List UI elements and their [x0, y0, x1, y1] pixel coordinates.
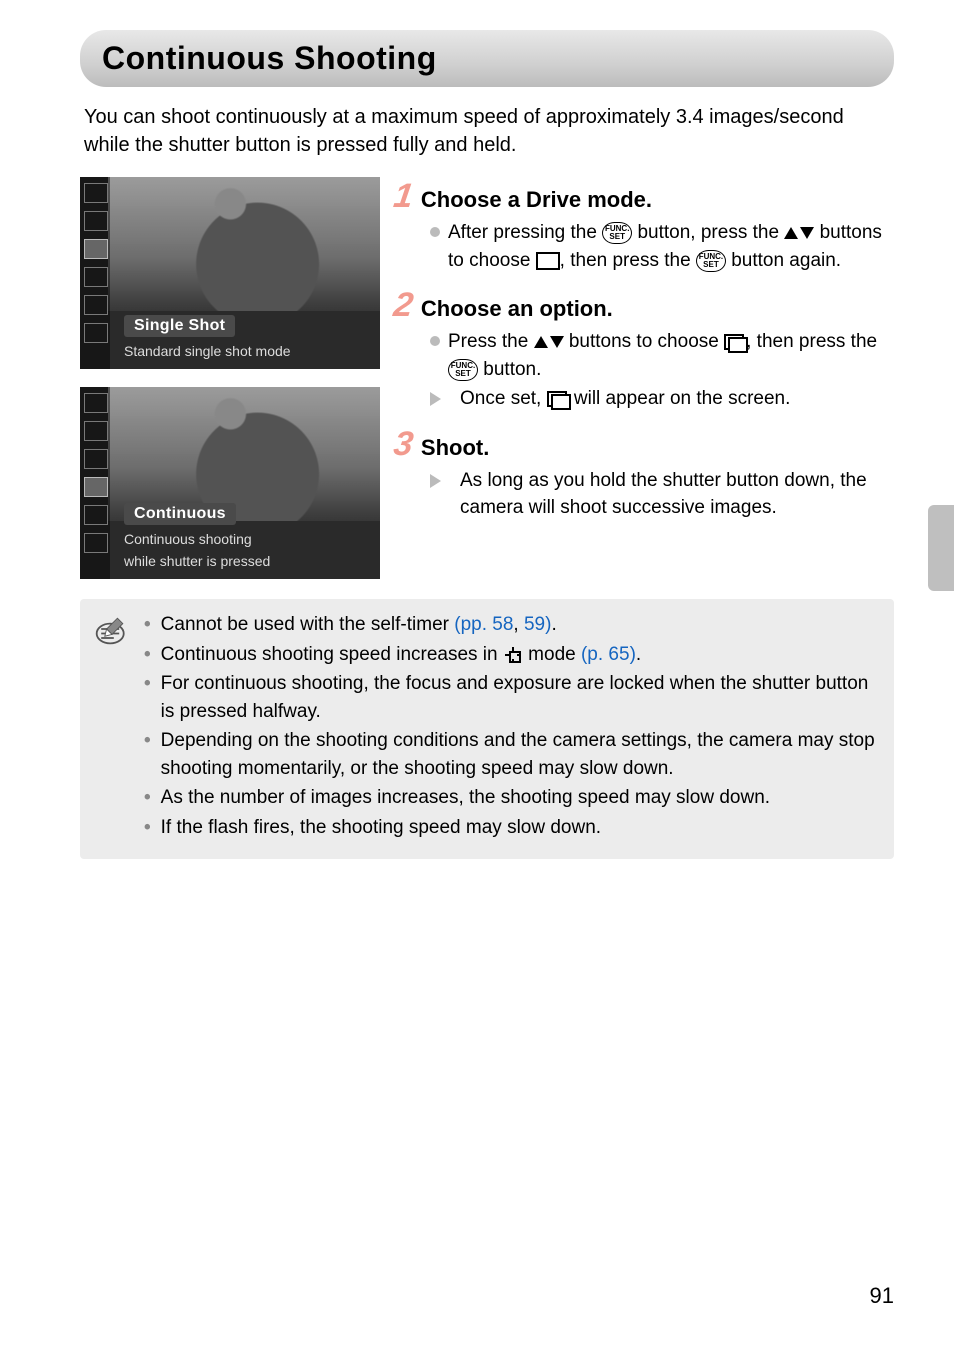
instruction-text: Press the buttons to choose , then press…: [448, 328, 894, 383]
low-light-mode-icon: [503, 645, 523, 665]
bullet-icon: [430, 336, 440, 346]
mode-icon: [84, 183, 108, 203]
func-set-button-icon: FUNC. SET: [448, 359, 478, 381]
bullet-icon: •: [144, 814, 151, 842]
screenshot-mode-label: Single Shot: [124, 315, 235, 337]
ui-icon-strip: [80, 177, 110, 369]
screenshot-mode-desc-line2: while shutter is pressed: [124, 553, 374, 569]
step-number: 1: [392, 179, 416, 213]
step-1-body: After pressing the FUNC. SET button, pre…: [430, 219, 894, 274]
notes-list: • Cannot be used with the self-timer (pp…: [144, 609, 880, 843]
size-icon: [84, 323, 108, 343]
mode-icon: [84, 393, 108, 413]
note-item: • Depending on the shooting conditions a…: [144, 727, 880, 782]
func-set-button-icon: FUNC. SET: [602, 222, 632, 244]
up-down-buttons-icon: [784, 227, 814, 239]
step-1-heading: 1 Choose a Drive mode.: [394, 179, 894, 213]
continuous-icon: [724, 334, 746, 350]
result-arrow-icon: [430, 474, 452, 488]
up-down-buttons-icon: [534, 336, 564, 348]
note-text: Depending on the shooting conditions and…: [161, 727, 880, 782]
single-shot-icon: [84, 449, 108, 469]
aspect-icon: [84, 295, 108, 315]
camera-screenshot-continuous: Continuous Continuous shooting while shu…: [80, 387, 380, 579]
note-item: • Cannot be used with the self-timer (pp…: [144, 611, 880, 639]
step-number: 2: [392, 288, 416, 322]
result-text: Once set, will appear on the screen.: [460, 385, 790, 413]
step-title: Choose a Drive mode.: [421, 187, 652, 213]
note-item: • If the flash fires, the shooting speed…: [144, 814, 880, 842]
note-item: • As the number of images increases, the…: [144, 784, 880, 812]
chapter-side-tab: [928, 505, 954, 591]
result-line: Once set, will appear on the screen.: [430, 385, 894, 413]
step-title: Shoot.: [421, 435, 489, 461]
page-reference-link[interactable]: 59): [524, 614, 551, 635]
size-icon: [84, 533, 108, 553]
bullet-icon: •: [144, 727, 151, 782]
step-2-body: Press the buttons to choose , then press…: [430, 328, 894, 413]
instruction-text: After pressing the FUNC. SET button, pre…: [448, 219, 894, 274]
notes-box: • Cannot be used with the self-timer (pp…: [80, 599, 894, 859]
continuous-icon: [84, 477, 108, 497]
note-text: For continuous shooting, the focus and e…: [161, 670, 880, 725]
ui-icon-strip: [80, 387, 110, 579]
screenshot-label-area: Single Shot Standard single shot mode: [120, 311, 380, 369]
instruction-line: Press the buttons to choose , then press…: [430, 328, 894, 383]
mode-icon: [84, 421, 108, 441]
step-3-heading: 3 Shoot.: [394, 427, 894, 461]
note-pencil-icon: [94, 609, 130, 843]
note-text: As the number of images increases, the s…: [161, 784, 770, 812]
step-2-heading: 2 Choose an option.: [394, 288, 894, 322]
step-number: 3: [392, 427, 416, 461]
screenshots-column: Single Shot Standard single shot mode Co…: [80, 177, 380, 579]
sample-photo: [108, 177, 380, 311]
step-title: Choose an option.: [421, 296, 613, 322]
func-set-button-icon: FUNC. SET: [696, 250, 726, 272]
camera-screenshot-single-shot: Single Shot Standard single shot mode: [80, 177, 380, 369]
bullet-icon: •: [144, 784, 151, 812]
note-text: If the flash fires, the shooting speed m…: [161, 814, 601, 842]
section-heading-bar: Continuous Shooting: [80, 30, 894, 87]
bullet-icon: [430, 227, 440, 237]
step-3-body: As long as you hold the shutter button d…: [430, 467, 894, 522]
continuous-icon: [547, 391, 569, 407]
instruction-line: After pressing the FUNC. SET button, pre…: [430, 219, 894, 274]
bullet-icon: •: [144, 611, 151, 639]
bullet-icon: •: [144, 670, 151, 725]
page-number: 91: [870, 1283, 894, 1309]
page-reference-link[interactable]: (p. 65): [581, 644, 636, 665]
note-text: Continuous shooting speed increases in m…: [161, 641, 642, 669]
note-item: • Continuous shooting speed increases in…: [144, 641, 880, 669]
single-shot-icon: [536, 252, 560, 270]
note-text: Cannot be used with the self-timer (pp. …: [161, 611, 557, 639]
page: Continuous Shooting You can shoot contin…: [0, 0, 954, 1345]
screenshot-label-area: Continuous Continuous shooting while shu…: [120, 499, 380, 579]
content-row: Single Shot Standard single shot mode Co…: [80, 177, 894, 579]
mode-icon: [84, 211, 108, 231]
continuous-icon: [84, 267, 108, 287]
bullet-icon: •: [144, 641, 151, 669]
result-arrow-icon: [430, 392, 452, 406]
page-reference-link[interactable]: (pp. 58: [454, 614, 513, 635]
result-line: As long as you hold the shutter button d…: [430, 467, 894, 522]
result-text: As long as you hold the shutter button d…: [460, 467, 894, 522]
steps-column: 1 Choose a Drive mode. After pressing th…: [394, 177, 894, 579]
single-shot-icon: [84, 239, 108, 259]
screenshot-mode-desc: Standard single shot mode: [124, 343, 374, 359]
note-item: • For continuous shooting, the focus and…: [144, 670, 880, 725]
intro-paragraph: You can shoot continuously at a maximum …: [84, 103, 890, 159]
screenshot-mode-desc-line1: Continuous shooting: [124, 531, 374, 547]
page-title: Continuous Shooting: [102, 40, 872, 77]
aspect-icon: [84, 505, 108, 525]
screenshot-mode-label: Continuous: [124, 503, 236, 525]
